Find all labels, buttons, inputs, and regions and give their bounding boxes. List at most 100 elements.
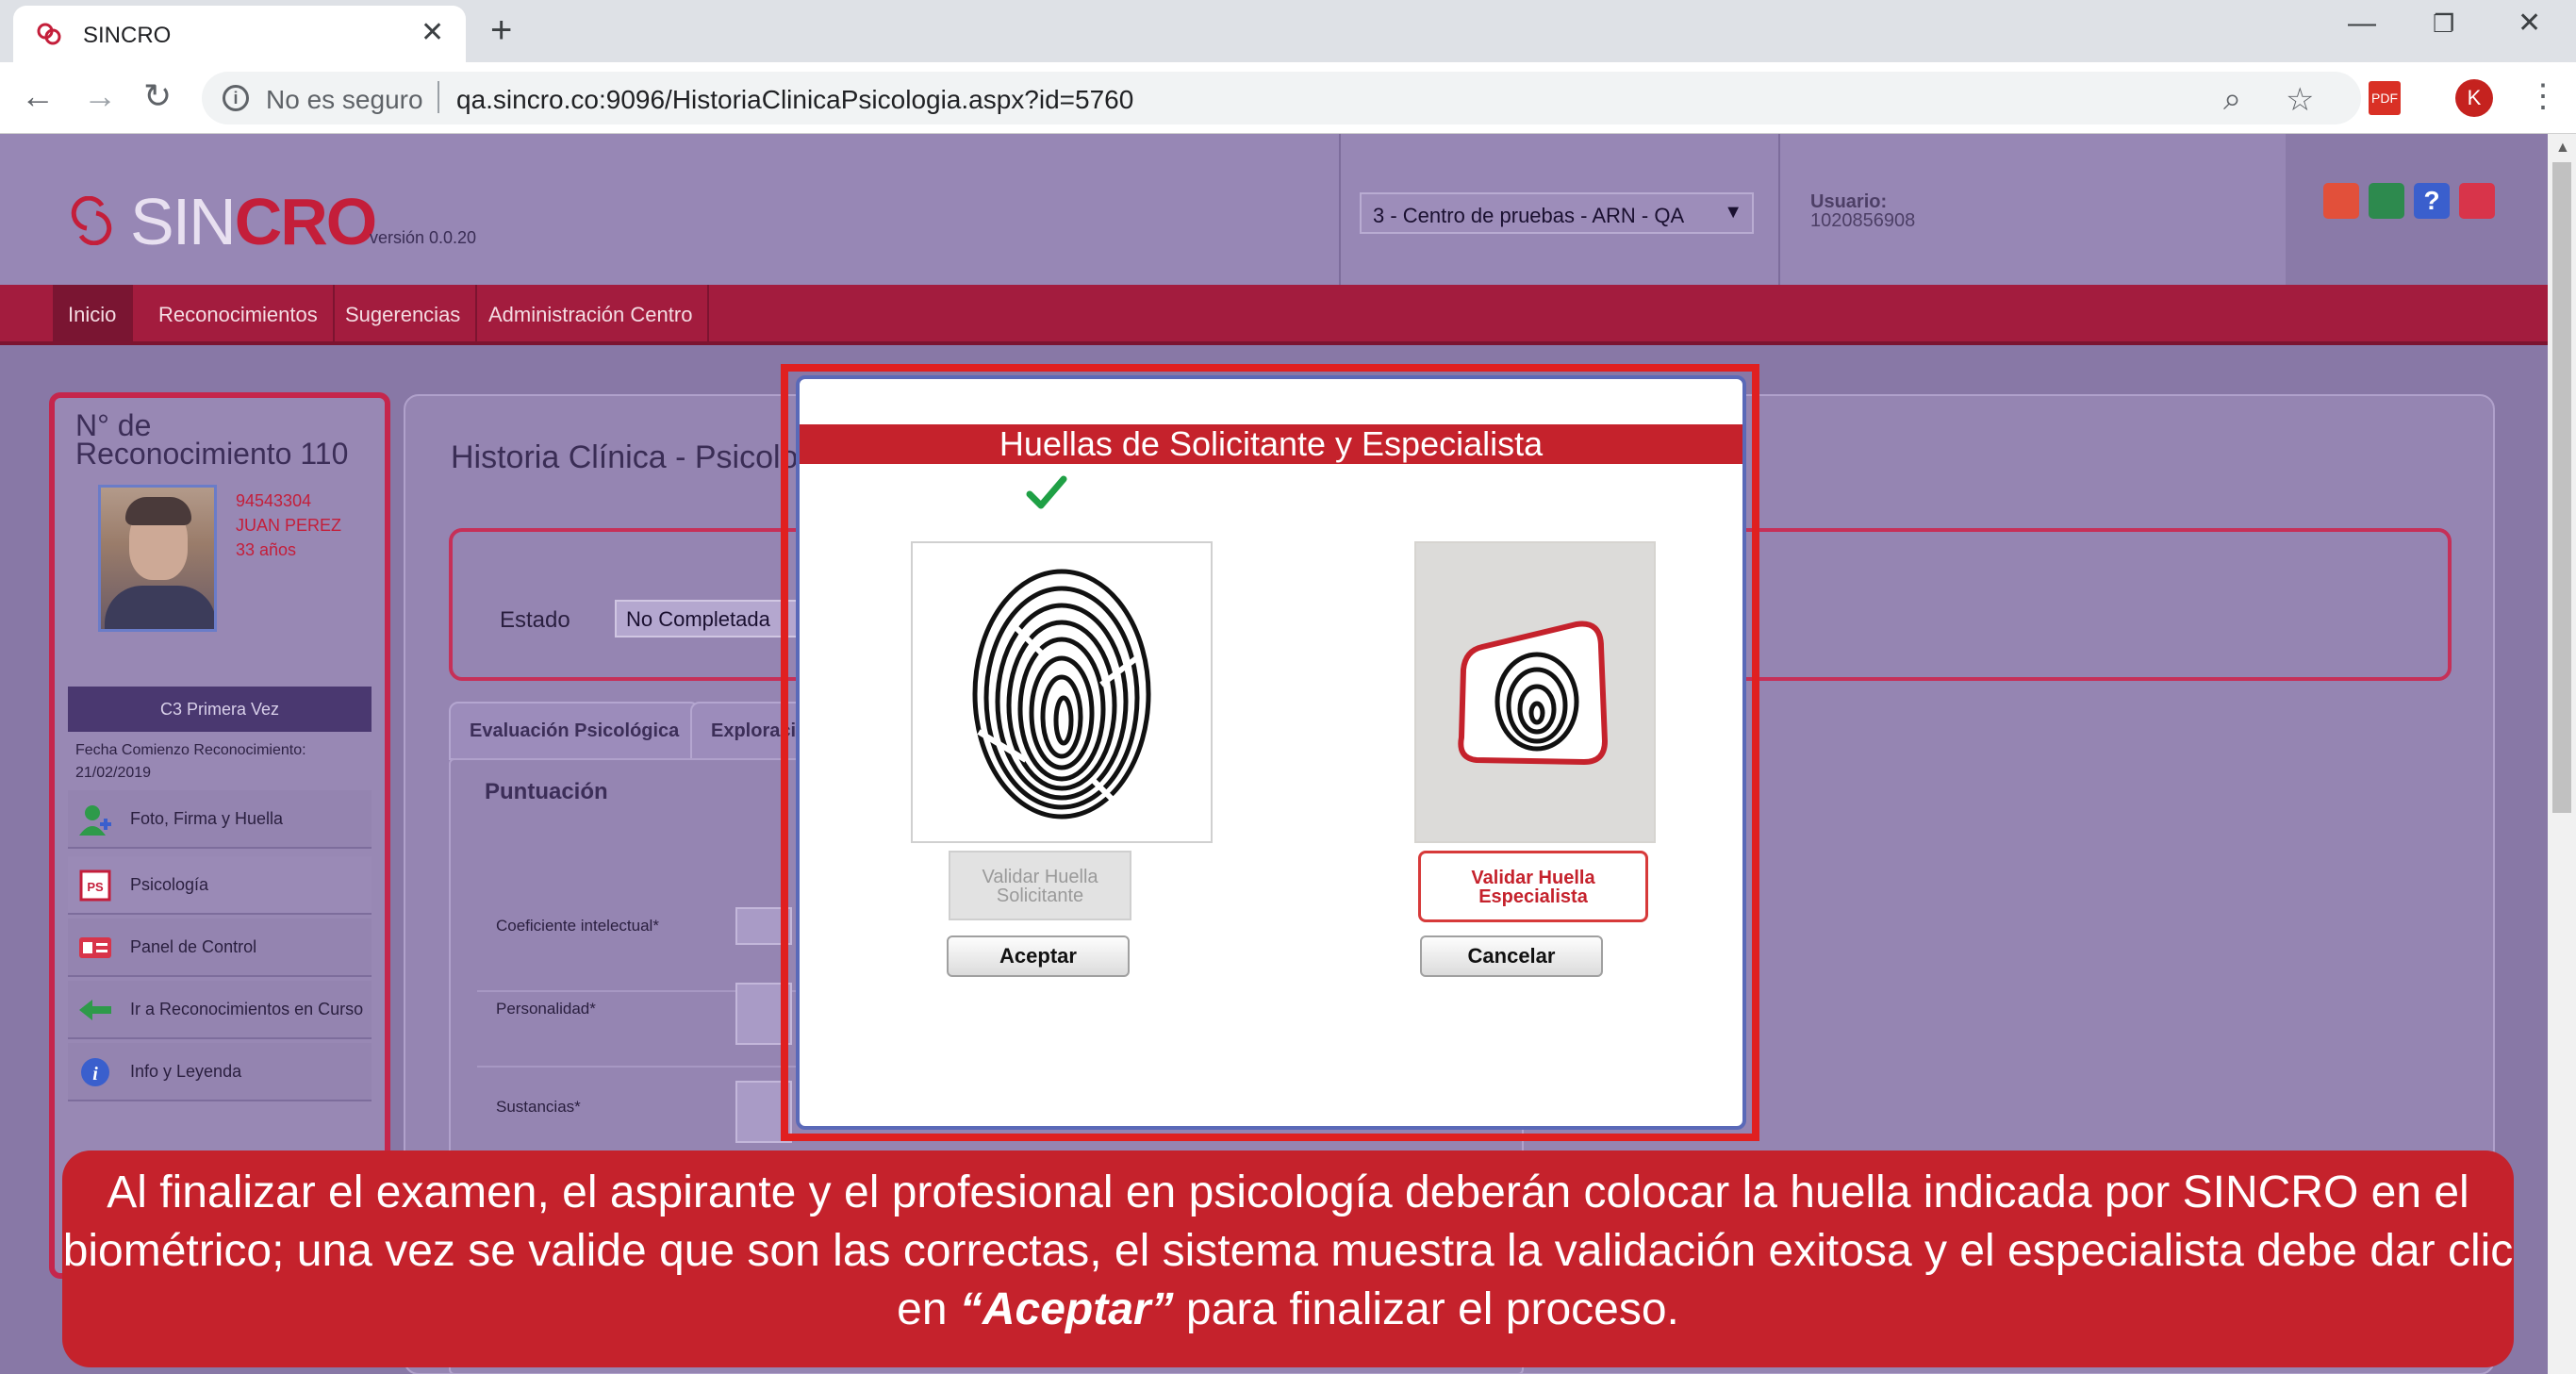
- back-arrow-icon: [79, 1000, 111, 1020]
- applicant-name: JUAN PEREZ: [236, 516, 342, 535]
- document-icon[interactable]: [2323, 183, 2359, 219]
- nav-item-administracion[interactable]: Administración Centro: [473, 285, 710, 345]
- button-label: Especialista: [1478, 886, 1588, 907]
- nav-item-sugerencias[interactable]: Sugerencias: [330, 285, 478, 345]
- address-bar[interactable]: i No es seguro qa.sincro.co:9096/Histori…: [202, 72, 2361, 124]
- sidebar-item-label: Info y Leyenda: [130, 1062, 242, 1081]
- settings-icon[interactable]: [2369, 183, 2404, 219]
- new-tab-icon[interactable]: +: [490, 11, 512, 49]
- fingerprint-reader-icon: [1458, 621, 1609, 766]
- sidebar-item-label: Psicología: [130, 875, 209, 894]
- page-scrollbar[interactable]: ▲: [2548, 134, 2576, 1374]
- browser-toolbar: ← → ↻ i No es seguro qa.sincro.co:9096/H…: [0, 62, 2576, 134]
- sidebar-item-info-leyenda[interactable]: i Info y Leyenda: [68, 1043, 372, 1101]
- scroll-up-icon[interactable]: ▲: [2555, 140, 2570, 157]
- row-coeficiente-label: Coeficiente intelectual*: [496, 917, 659, 935]
- tab-close-icon[interactable]: ✕: [421, 19, 444, 47]
- browser-tab[interactable]: SINCRO ✕: [13, 6, 466, 62]
- url-separator: [438, 81, 439, 113]
- scroll-thumb[interactable]: [2552, 162, 2571, 813]
- sincro-logo-mark-icon: [71, 196, 112, 245]
- main-nav: Inicio Reconocimientos Sugerencias Admin…: [0, 285, 2548, 345]
- caption-emphasis: “Aceptar”: [959, 1284, 1174, 1334]
- applicant-id: 94543304: [236, 491, 312, 510]
- check-icon: [1026, 475, 1067, 509]
- svg-text:i: i: [92, 1064, 98, 1084]
- psychology-icon: PS: [79, 869, 111, 902]
- usuario-value: 1020856908: [1810, 210, 1916, 231]
- pdf-extension-icon[interactable]: PDF: [2369, 81, 2401, 115]
- info-icon[interactable]: i: [223, 85, 249, 111]
- fingerprint-modal: Huellas de Solicitante y Especialista Va…: [796, 375, 1746, 1130]
- row-personalidad-label: Personalidad*: [496, 1000, 596, 1018]
- applicant-age: 33 años: [236, 540, 297, 559]
- window-close-icon[interactable]: ✕: [2518, 9, 2541, 38]
- not-secure-label: No es seguro: [266, 85, 423, 114]
- reload-icon[interactable]: ↻: [143, 77, 172, 115]
- recognition-sidebar: N° de Reconocimiento 110 94543304 JUAN P…: [49, 392, 390, 1279]
- version-label: versión 0.0.20: [370, 228, 477, 247]
- tab-evaluacion-psicologica[interactable]: Evaluación Psicológica: [449, 702, 701, 760]
- sidebar-item-foto-firma-huella[interactable]: Foto, Firma y Huella: [68, 790, 372, 849]
- url-text[interactable]: qa.sincro.co:9096/HistoriaClinicaPsicolo…: [456, 85, 2248, 115]
- modal-title: Huellas de Solicitante y Especialista: [800, 424, 1742, 464]
- caption-text-end: para finalizar el proceso.: [1173, 1284, 1679, 1334]
- applicant-info: 94543304 JUAN PEREZ 33 años: [236, 488, 341, 562]
- user-info: Usuario: 1020856908: [1810, 192, 1915, 230]
- estado-select[interactable]: No Completada: [615, 600, 803, 637]
- sidebar-item-reconocimientos-curso[interactable]: Ir a Reconocimientos en Curso: [68, 981, 372, 1039]
- header-divider: [1778, 134, 1780, 285]
- back-icon[interactable]: ←: [21, 77, 55, 115]
- applicant-photo: [98, 485, 217, 632]
- profile-avatar[interactable]: K: [2455, 79, 2493, 117]
- header-icon-group: ?: [2286, 134, 2548, 285]
- browser-tabbar: SINCRO ✕ + — ❐ ✕: [0, 0, 2576, 62]
- tab-title: SINCRO: [83, 23, 172, 48]
- aceptar-button[interactable]: Aceptar: [947, 935, 1130, 977]
- row-sustancias-label: Sustancias*: [496, 1098, 581, 1116]
- estado-label: Estado: [500, 607, 570, 633]
- sidebar-item-label: Foto, Firma y Huella: [130, 809, 284, 828]
- fecha-inicio: Fecha Comienzo Reconocimiento: 21/02/201…: [75, 742, 306, 781]
- solicitante-fingerprint-box: [911, 541, 1213, 843]
- sidebar-item-label: Ir a Reconocimientos en Curso: [130, 1000, 364, 1018]
- logo-wordmark: SINCRO: [130, 185, 377, 258]
- info-circle-icon: i: [81, 1058, 109, 1086]
- center-select[interactable]: 3 - Centro de pruebas - ARN - QA ▼: [1360, 192, 1754, 234]
- control-panel-icon: [79, 937, 111, 958]
- header-divider: [1339, 134, 1341, 285]
- button-label: Validar Huella: [1471, 868, 1595, 888]
- dropdown-arrow-icon: ▼: [1724, 202, 1742, 223]
- validar-huella-especialista-button[interactable]: Validar Huella Especialista: [1418, 851, 1648, 922]
- validar-huella-solicitante-button[interactable]: Validar Huella Solicitante: [949, 851, 1131, 920]
- sidebar-item-panel-control[interactable]: Panel de Control: [68, 919, 372, 977]
- zoom-icon[interactable]: ⌕: [2223, 81, 2241, 118]
- svg-text:PS: PS: [87, 880, 104, 894]
- fingerprint-scan-icon: [972, 569, 1151, 819]
- button-label: Solicitante: [996, 886, 1084, 906]
- puntuacion-heading: Puntuación: [485, 779, 608, 804]
- page-title: Historia Clínica - Psicolog: [451, 439, 817, 475]
- site-header: SINCRO versión 0.0.20 3 - Centro de prue…: [0, 134, 2548, 285]
- especialista-fingerprint-box: [1414, 541, 1656, 843]
- browser-menu-icon[interactable]: ⋮: [2527, 77, 2559, 115]
- restore-icon[interactable]: ❐: [2433, 9, 2454, 38]
- sidebar-item-psicologia[interactable]: PS Psicología: [68, 856, 372, 915]
- nav-item-reconocimientos[interactable]: Reconocimientos: [143, 285, 335, 345]
- power-icon[interactable]: [2459, 183, 2495, 219]
- usuario-label: Usuario:: [1810, 191, 1888, 212]
- sidebar-item-label: Panel de Control: [130, 937, 257, 956]
- user-add-icon: [79, 805, 111, 836]
- minimize-icon[interactable]: —: [2348, 9, 2376, 38]
- button-label: Validar Huella: [982, 867, 1098, 887]
- forward-icon[interactable]: →: [83, 77, 117, 115]
- recognition-title: N° de Reconocimiento 110: [75, 408, 349, 471]
- sincro-favicon-icon: [37, 23, 61, 45]
- cancelar-button[interactable]: Cancelar: [1420, 935, 1603, 977]
- nav-item-inicio[interactable]: Inicio: [53, 285, 134, 345]
- center-select-value: 3 - Centro de pruebas - ARN - QA: [1373, 204, 1685, 227]
- bookmark-star-icon[interactable]: ☆: [2286, 81, 2314, 119]
- instruction-caption: Al finalizar el examen, el aspirante y e…: [62, 1151, 2514, 1367]
- category-band: C3 Primera Vez: [68, 687, 372, 732]
- help-icon[interactable]: ?: [2414, 183, 2450, 219]
